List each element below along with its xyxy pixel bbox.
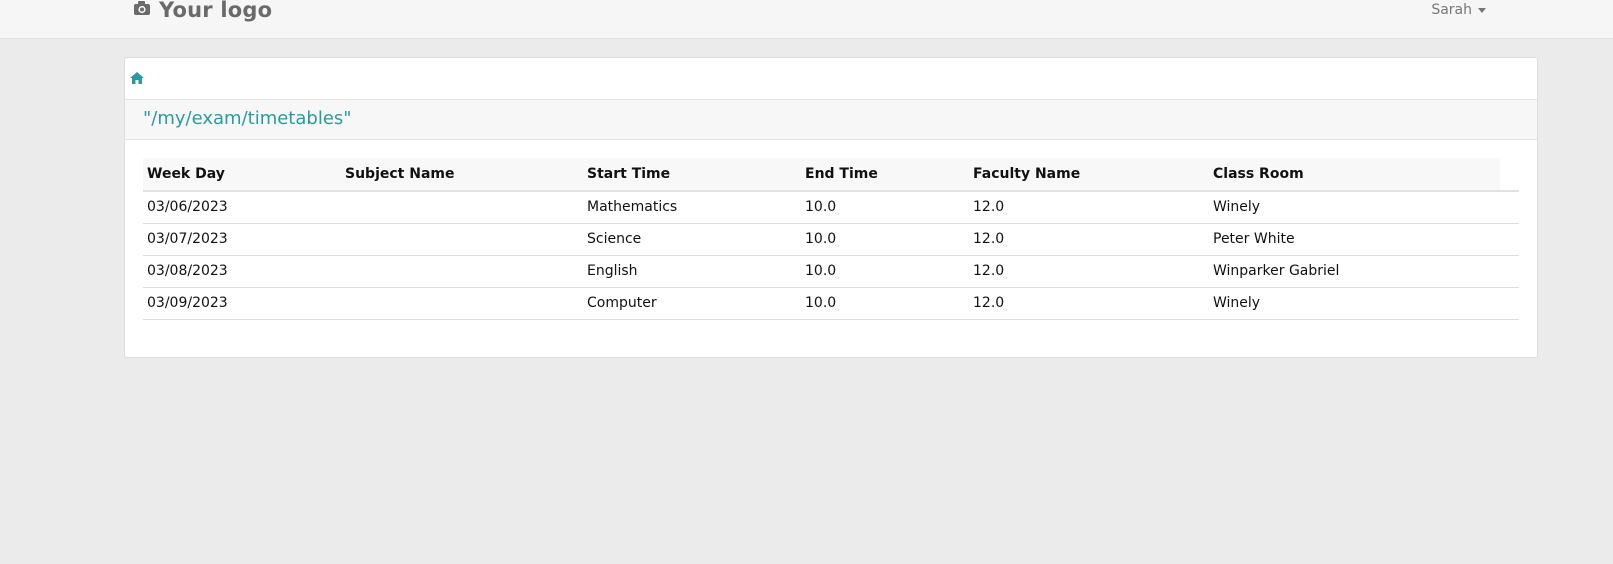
column-header-spacer (1500, 158, 1519, 192)
user-menu-dropdown[interactable]: Sarah (1431, 2, 1486, 18)
cell-spacer (1500, 191, 1519, 224)
user-name: Sarah (1431, 2, 1472, 18)
cell-subject-name (341, 191, 583, 224)
logo-text: Your logo (159, 0, 273, 22)
timetable-card: "/my/exam/timetables" Week Day Subject N… (124, 57, 1538, 358)
cell-faculty-name: 12.0 (969, 223, 1209, 256)
card-header: "/my/exam/timetables" (125, 99, 1537, 140)
cell-end-time: 10.0 (801, 287, 969, 320)
cell-class-room: Winely (1209, 287, 1500, 320)
column-header-class-room: Class Room (1209, 158, 1500, 192)
cell-subject-name (341, 223, 583, 256)
page-title: "/my/exam/timetables" (143, 108, 352, 129)
table-row: 03/08/2023 English 10.0 12.0 Winparker G… (143, 255, 1519, 288)
cell-spacer (1500, 287, 1519, 320)
timetable-table: Week Day Subject Name Start Time End Tim… (143, 158, 1519, 320)
chevron-down-icon (1478, 8, 1486, 13)
table-header-row: Week Day Subject Name Start Time End Tim… (143, 158, 1519, 192)
column-header-end-time: End Time (801, 158, 969, 192)
table-row: 03/06/2023 Mathematics 10.0 12.0 Winely (143, 191, 1519, 224)
column-header-week-day: Week Day (143, 158, 341, 192)
cell-class-room: Peter White (1209, 223, 1500, 256)
cell-end-time: 10.0 (801, 191, 969, 224)
cell-subject-name (341, 287, 583, 320)
table-row: 03/07/2023 Science 10.0 12.0 Peter White (143, 223, 1519, 256)
column-header-start-time: Start Time (583, 158, 801, 192)
column-header-faculty-name: Faculty Name (969, 158, 1209, 192)
cell-week-day: 03/09/2023 (143, 287, 341, 320)
home-icon[interactable] (130, 69, 144, 88)
cell-class-room: Winely (1209, 191, 1500, 224)
cell-spacer (1500, 223, 1519, 256)
cell-start-time: Computer (583, 287, 801, 320)
logo-link[interactable]: Your logo (133, 0, 272, 23)
column-header-subject-name: Subject Name (341, 158, 583, 192)
cell-end-time: 10.0 (801, 255, 969, 288)
cell-subject-name (341, 255, 583, 288)
cell-faculty-name: 12.0 (969, 191, 1209, 224)
timetable-table-wrapper: Week Day Subject Name Start Time End Tim… (143, 158, 1519, 320)
cell-week-day: 03/08/2023 (143, 255, 341, 288)
cell-week-day: 03/06/2023 (143, 191, 341, 224)
camera-icon (133, 0, 151, 20)
cell-faculty-name: 12.0 (969, 287, 1209, 320)
cell-week-day: 03/07/2023 (143, 223, 341, 256)
cell-start-time: Mathematics (583, 191, 801, 224)
cell-start-time: Science (583, 223, 801, 256)
cell-start-time: English (583, 255, 801, 288)
cell-spacer (1500, 255, 1519, 288)
top-navbar: Your logo Sarah (0, 0, 1613, 39)
cell-faculty-name: 12.0 (969, 255, 1209, 288)
table-row: 03/09/2023 Computer 10.0 12.0 Winely (143, 287, 1519, 320)
breadcrumb (130, 70, 144, 86)
cell-end-time: 10.0 (801, 223, 969, 256)
cell-class-room: Winparker Gabriel (1209, 255, 1500, 288)
